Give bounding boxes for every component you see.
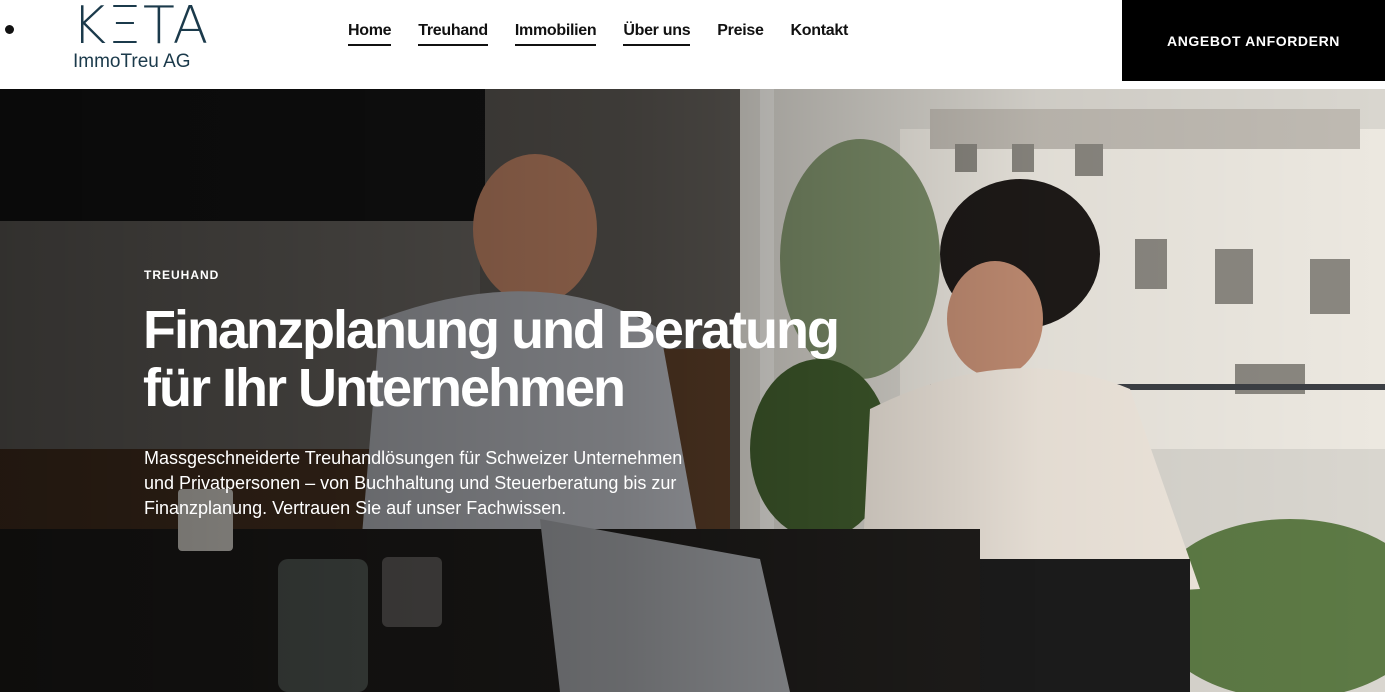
request-offer-button[interactable]: ANGEBOT ANFORDERN xyxy=(1122,0,1385,81)
hero-description: Massgeschneiderte Treuhandlösungen für S… xyxy=(144,448,683,518)
site-logo[interactable]: KΞTA ImmoTreu AG xyxy=(72,0,212,74)
nav-treuhand[interactable]: Treuhand xyxy=(418,21,488,46)
nav-kontakt[interactable]: Kontakt xyxy=(791,21,849,46)
bullet-dot xyxy=(5,25,14,34)
nav-home[interactable]: Home xyxy=(348,21,392,46)
logo-wordmark: KΞTA xyxy=(72,0,211,56)
nav-immobilien[interactable]: Immobilien xyxy=(514,21,597,46)
nav-ueber-uns[interactable]: Über uns xyxy=(623,21,691,46)
hero-title: Finanzplanung und Beratung für Ihr Unter… xyxy=(143,301,903,417)
site-header: KΞTA ImmoTreu AG Home Treuhand Immobilie… xyxy=(0,0,1385,89)
logo-subtitle: ImmoTreu AG xyxy=(73,51,191,72)
hero-eyebrow: TREUHAND xyxy=(144,268,220,282)
hero-title-line-1: Finanzplanung und Beratung xyxy=(143,300,840,360)
hero-section: TREUHAND Finanzplanung und Beratung für … xyxy=(0,89,1385,692)
main-nav: Home Treuhand Immobilien Über uns Preise… xyxy=(348,21,875,46)
nav-preise[interactable]: Preise xyxy=(717,21,764,46)
hero-title-line-2: für Ihr Unternehmen xyxy=(143,358,626,418)
